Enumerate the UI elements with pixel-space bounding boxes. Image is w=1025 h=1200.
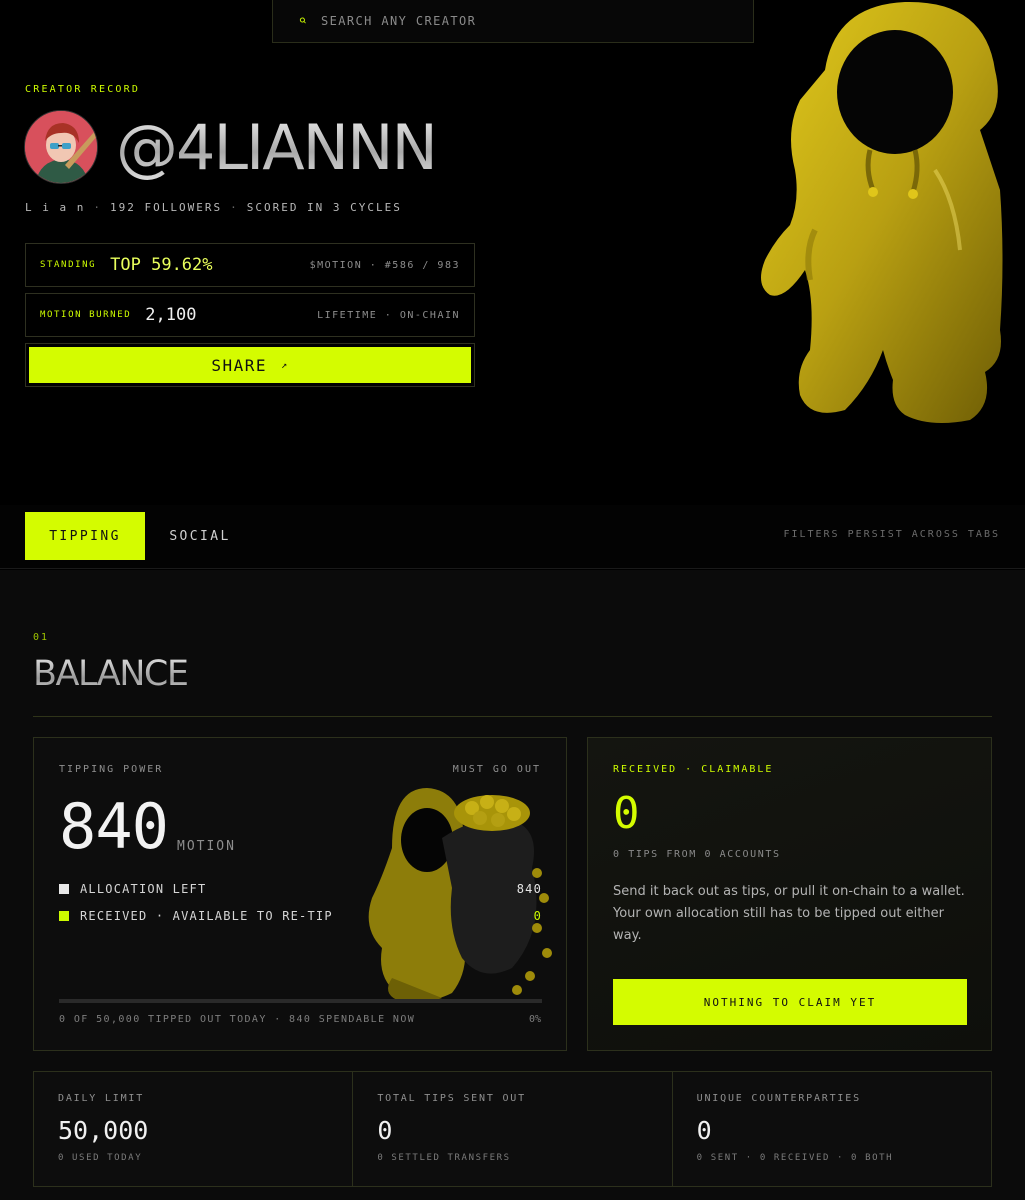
standing-rank: $MOTION · #586 / 983 (309, 259, 460, 271)
claimable-value: 0 (613, 788, 640, 839)
creator-record-label: CREATOR RECORD (25, 84, 141, 95)
standing-label: STANDING (40, 260, 97, 270)
stats-strip: DAILY LIMIT 50,000 0 USED TODAY TOTAL TI… (33, 1071, 992, 1187)
stat-total-tips: TOTAL TIPS SENT OUT 0 0 SETTLED TRANSFER… (353, 1072, 673, 1186)
creator-handle: @4LIANNN (116, 111, 438, 184)
tipped-progress-bar (59, 999, 542, 1003)
share-label: SHARE (211, 355, 268, 375)
legend-label: ALLOCATION LEFT (80, 882, 207, 896)
legend-allocation-left: ALLOCATION LEFT 840 (59, 882, 542, 896)
filters-note: FILTERS PERSIST ACROSS TABS (783, 529, 1000, 540)
scored-cycles: SCORED IN 3 CYCLES (246, 201, 402, 214)
motion-burned-label: MOTION BURNED (40, 310, 132, 320)
motion-burned-value: 2,100 (145, 305, 197, 325)
share-frame: SHARE ↗ (25, 343, 475, 387)
must-go-out-label: MUST GO OUT (452, 764, 541, 775)
search-placeholder[interactable]: SEARCH ANY CREATOR (321, 14, 476, 28)
search-bar[interactable]: ⌕ SEARCH ANY CREATOR (272, 0, 754, 43)
profile-hero: ⌕ SEARCH ANY CREATOR CREATOR RECORD @4LI… (0, 0, 1025, 505)
claim-button[interactable]: NOTHING TO CLAIM YET (613, 979, 967, 1025)
stat-sub: 0 USED TODAY (58, 1153, 143, 1163)
legend-label: RECEIVED · AVAILABLE TO RE-TIP (80, 909, 333, 923)
standing-value: TOP 59.62% (110, 255, 213, 275)
tipping-power-unit: MOTION (177, 839, 236, 854)
section-title: BALANCE (33, 654, 189, 694)
stat-unique-counterparties: UNIQUE COUNTERPARTIES 0 0 SENT · 0 RECEI… (673, 1072, 991, 1186)
tab-social[interactable]: SOCIAL (150, 512, 250, 560)
arrow-up-right-icon: ↗ (281, 359, 289, 371)
meta-separator: · (230, 201, 239, 214)
stat-value: 0 (696, 1116, 712, 1145)
avatar (24, 110, 98, 184)
section-number: 01 (33, 632, 50, 643)
motion-burned-note: LIFETIME · ON-CHAIN (317, 309, 460, 321)
tab-tipping[interactable]: TIPPING (25, 512, 145, 560)
claimable-description: Send it back out as tips, or pull it on-… (613, 884, 965, 943)
followers-count: 192 FOLLOWERS (109, 201, 223, 214)
share-button[interactable]: SHARE ↗ (29, 347, 471, 383)
tipped-percent: 0% (528, 1014, 541, 1025)
search-icon: ⌕ (298, 12, 307, 29)
legend-swatch-accent (59, 911, 69, 921)
meta-separator: · (93, 201, 102, 214)
stat-label: UNIQUE COUNTERPARTIES (696, 1093, 861, 1104)
legend-value: 840 (516, 882, 542, 896)
creator-name: L i a n (25, 201, 86, 214)
stat-sub: 0 SENT · 0 RECEIVED · 0 BOTH (696, 1153, 894, 1163)
stat-label: DAILY LIMIT (58, 1093, 145, 1104)
tipped-today-note: 0 OF 50,000 TIPPED OUT TODAY · 840 SPEND… (59, 1014, 416, 1025)
legend-value: 0 (533, 909, 542, 923)
tipping-power-label: TIPPING POWER (59, 764, 164, 775)
legend-swatch-white (59, 884, 69, 894)
hooded-mascot-illustration (761, 1, 1003, 424)
stat-value: 0 (377, 1116, 393, 1145)
stat-daily-limit: DAILY LIMIT 50,000 0 USED TODAY (34, 1072, 354, 1186)
claimable-card: RECEIVED · CLAIMABLE 0 0 TIPS FROM 0 ACC… (587, 737, 992, 1051)
tab-bar: TIPPING SOCIAL FILTERS PERSIST ACROSS TA… (0, 505, 1025, 569)
stat-sub: 0 SETTLED TRANSFERS (377, 1153, 511, 1163)
motion-burned-row: MOTION BURNED 2,100 LIFETIME · ON-CHAIN (25, 293, 475, 337)
claimable-label: RECEIVED · CLAIMABLE (613, 764, 774, 775)
legend-received: RECEIVED · AVAILABLE TO RE-TIP 0 (59, 909, 542, 923)
creator-meta: L i a n · 192 FOLLOWERS · SCORED IN 3 CY… (25, 201, 402, 214)
section-divider (33, 716, 992, 717)
claimable-sub: 0 TIPS FROM 0 ACCOUNTS (613, 849, 781, 860)
stat-label: TOTAL TIPS SENT OUT (377, 1093, 526, 1104)
tipping-power-value: 840 (59, 790, 169, 863)
stat-value: 50,000 (58, 1116, 149, 1145)
balance-section: 01 BALANCE TIPPING POWER MUST GO OUT 840… (0, 570, 1025, 1200)
standing-row: STANDING TOP 59.62% $MOTION · #586 / 983 (25, 243, 475, 287)
tipping-power-card: TIPPING POWER MUST GO OUT 840 MOTION ALL… (33, 737, 567, 1051)
